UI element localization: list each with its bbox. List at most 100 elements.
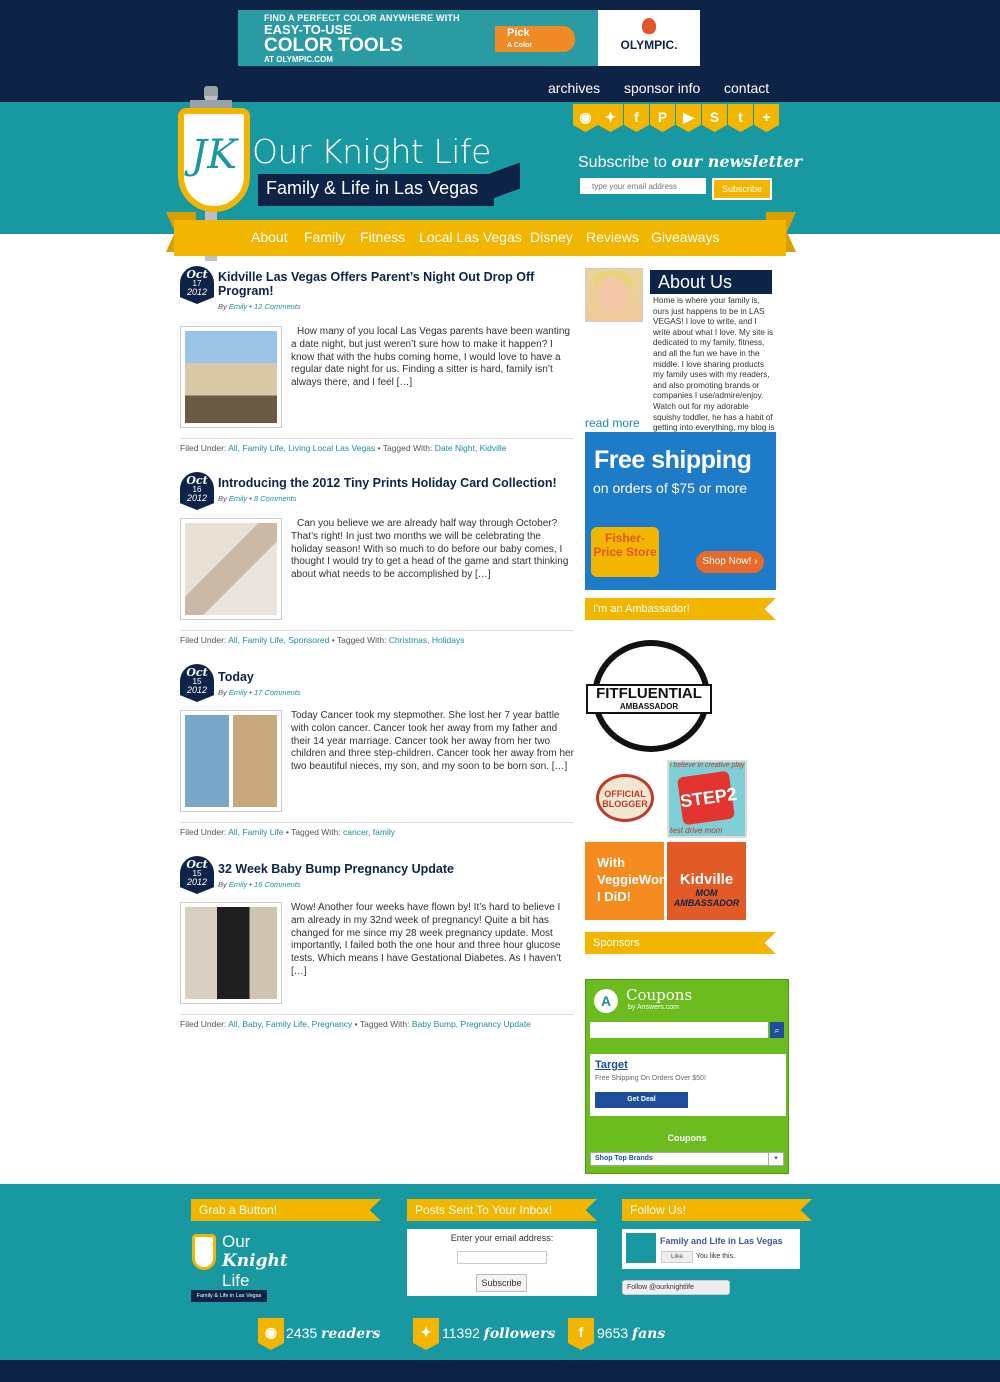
tumblr-glyph: t — [738, 109, 743, 125]
post-comments-link[interactable]: 17 Comments — [254, 688, 301, 697]
post-excerpt: Can you believe we are already half way … — [291, 518, 569, 581]
subscribe-button[interactable]: Subscribe — [476, 1274, 527, 1292]
about-us-title: About Us — [650, 270, 772, 294]
search-icon[interactable]: ⌕ — [770, 1022, 784, 1038]
nav-item-reviews[interactable]: Reviews — [586, 229, 639, 245]
nav-item-family[interactable]: Family — [304, 229, 345, 245]
shield-icon[interactable] — [192, 1234, 216, 1270]
get-deal-button[interactable]: Get Deal — [595, 1092, 688, 1108]
newsletter-title: Subscribe to our newsletter — [578, 152, 802, 172]
nav-item-disney[interactable]: Disney — [530, 229, 573, 245]
nav-item-giveaways[interactable]: Giveaways — [651, 229, 719, 245]
newsletter-email-input[interactable] — [580, 178, 706, 194]
post-author-link[interactable]: Emily — [229, 688, 247, 697]
read-more-link[interactable]: read more — [585, 416, 640, 430]
grab-button-logo[interactable]: Our Knight Life — [222, 1232, 288, 1290]
twitter-follow-button[interactable]: Follow @ourknightlife — [622, 1280, 730, 1295]
stat-unit: followers — [483, 1326, 556, 1342]
facebook-page-link[interactable]: Family and Life in Las Vegas — [660, 1236, 783, 1246]
about-text-body: Home is where your family is, ours just … — [653, 296, 775, 453]
post-meta: By Emily • 17 Comments — [218, 688, 301, 697]
facebook-page-thumbnail[interactable] — [626, 1233, 656, 1263]
nav-item-local-las-vegas[interactable]: Local Las Vegas — [419, 229, 522, 245]
coupons-by: by Answers.com — [628, 1004, 679, 1011]
tagged-label: Tagged With: — [291, 827, 341, 837]
date-year: 2012 — [186, 685, 208, 695]
post-thumbnail[interactable] — [180, 518, 282, 620]
post-thumbnail-image — [185, 523, 277, 615]
tagged-tags[interactable]: Date Night, Kidville — [435, 443, 507, 453]
rss-readers-count: 2435 readers — [286, 1325, 380, 1342]
post-thumbnail[interactable] — [180, 710, 282, 812]
newsletter-title-prefix: Subscribe to — [578, 154, 667, 171]
post-title[interactable]: Kidville Las Vegas Offers Parent’s Night… — [218, 270, 568, 298]
facebook-likes-text: You like this. — [696, 1253, 736, 1260]
official-blogger-badge[interactable]: OFFICIAL BLOGGER — [596, 774, 654, 822]
tagged-tags[interactable]: Baby Bump, Pregnancy Update — [412, 1019, 531, 1029]
logo-monogram: JK — [191, 132, 237, 178]
post-title[interactable]: Today — [218, 670, 568, 684]
post-comments-link[interactable]: 8 Comments — [254, 494, 297, 503]
tagged-tags[interactable]: Christmas, Holidays — [389, 635, 465, 645]
shop-now-button[interactable]: Shop Now! › — [696, 551, 764, 573]
olympic-brand-label: OLYMPIC. — [620, 38, 678, 52]
top-nav-sponsor-info[interactable]: sponsor info — [624, 80, 700, 96]
ad-headline: Free shipping — [594, 446, 752, 474]
facebook-like-button[interactable]: Like — [661, 1251, 693, 1263]
date-badge: Oct 17 2012 — [180, 266, 214, 304]
filed-categories[interactable]: All, Family Life, Living Local Las Vegas — [228, 443, 375, 453]
date-badge: Oct 16 2012 — [180, 472, 214, 510]
post-article: Oct 16 2012 Introducing the 2012 Tiny Prin… — [180, 472, 573, 648]
filed-categories[interactable]: All, Family Life, Sponsored — [228, 635, 329, 645]
fisher-price-store-logo: Fisher-Price Store — [591, 527, 659, 577]
filed-categories[interactable]: All, Family Life — [228, 827, 283, 837]
email-field[interactable] — [457, 1251, 547, 1264]
facebook-stat-glyph: f — [578, 1324, 584, 1340]
post-excerpt: How many of you local Las Vegas parents … — [291, 326, 570, 389]
facebook-glyph: f — [634, 109, 639, 125]
ad-pick-sub: A Color — [507, 42, 533, 49]
post-meta: By Emily • 12 Comments — [218, 302, 301, 311]
nav-item-fitness[interactable]: Fitness — [360, 229, 405, 245]
date-year: 2012 — [186, 877, 208, 887]
post-meta: By Emily • 8 Comments — [218, 494, 297, 503]
post-thumbnail[interactable] — [180, 902, 282, 1004]
step2-logo: STEP2 — [676, 770, 738, 826]
tagged-tags[interactable]: cancer, family — [343, 827, 395, 837]
post-comments-link[interactable]: 12 Comments — [254, 302, 301, 311]
post-title[interactable]: Introducing the 2012 Tiny Prints Holiday… — [218, 476, 568, 490]
nav-item-about[interactable]: About — [251, 229, 288, 245]
grab-button-heading: Grab a Button! — [191, 1199, 381, 1221]
step2-tagline: i believe in creative play — [670, 762, 745, 769]
kidville-badge[interactable]: Kidville MOM AMBASSADOR — [667, 842, 746, 920]
twitter-glyph: ✦ — [604, 109, 617, 125]
site-title[interactable]: Our Knight Life — [252, 132, 491, 171]
shop-top-brands-select[interactable]: Shop Top Brands — [590, 1152, 784, 1166]
post-author-link[interactable]: Emily — [229, 302, 247, 311]
sponsors-heading: Sponsors — [585, 932, 776, 954]
coupons-search-input[interactable] — [590, 1022, 768, 1038]
grab-logo-tagline: Family & Life in Las Vegas — [191, 1290, 267, 1302]
answers-logo-icon: A — [594, 989, 618, 1013]
post-title[interactable]: 32 Week Baby Bump Pregnancy Update — [218, 862, 568, 876]
veggieworldz-badge[interactable]: With VeggieWorldz I DiD! — [585, 842, 682, 920]
stat-count: 9653 — [597, 1325, 629, 1341]
post-comments-link[interactable]: 16 Comments — [254, 880, 301, 889]
coupon-store-link[interactable]: Target — [595, 1059, 628, 1071]
sword-guard — [190, 100, 232, 108]
fitfluential-name: FITFLUENTIAL — [596, 685, 702, 702]
footer-bottom-bar — [0, 1360, 1000, 1382]
post-author-link[interactable]: Emily — [229, 494, 247, 503]
top-nav-contact[interactable]: contact — [724, 80, 769, 96]
chevron-down-icon[interactable]: ▾ — [768, 1153, 783, 1165]
filed-categories[interactable]: All, Baby, Family Life, Pregnancy — [228, 1019, 352, 1029]
post-thumbnail[interactable] — [180, 326, 282, 428]
ad-subline: on orders of $75 or more — [593, 480, 748, 496]
post-article: Oct 17 2012 Kidville Las Vegas Offers Pare… — [180, 266, 573, 456]
newsletter-subscribe-button[interactable]: Subscribe — [712, 178, 772, 200]
top-nav-archives[interactable]: archives — [548, 80, 600, 96]
byline-label: By — [218, 880, 227, 889]
kidville-sub: MOM AMBASSADOR — [673, 888, 740, 908]
post-author-link[interactable]: Emily — [229, 880, 247, 889]
youtube-glyph: ▶ — [683, 109, 694, 125]
